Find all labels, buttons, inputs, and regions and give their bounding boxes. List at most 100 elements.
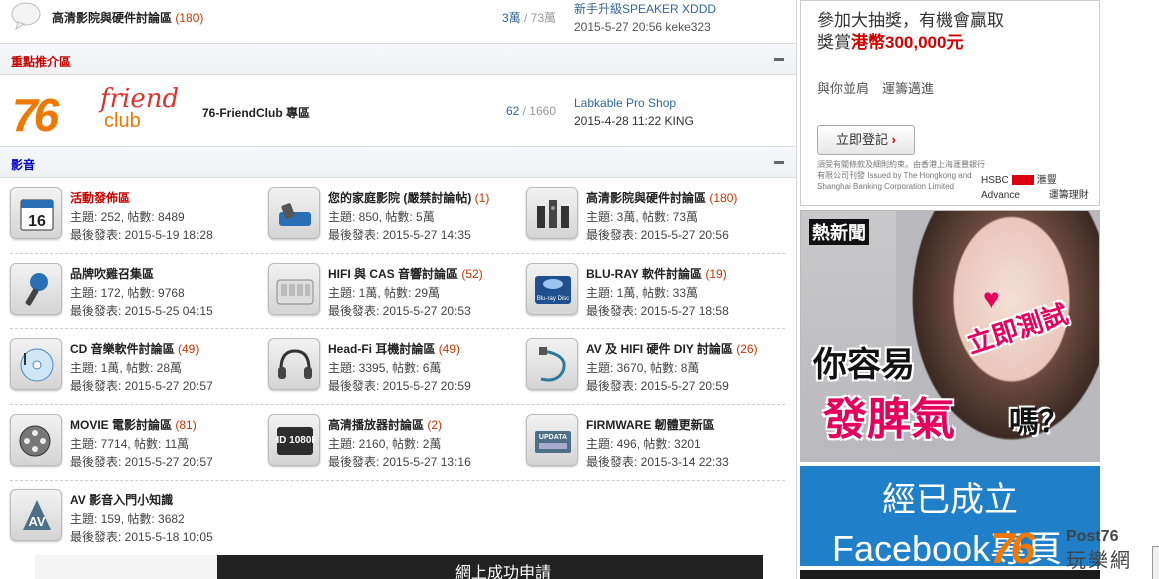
cable-icon xyxy=(539,347,566,382)
forum-title[interactable]: Head-Fi 耳機討論區 (49) xyxy=(328,340,460,357)
forum-row-hd-cinema: 高清影院與硬件討論區 (180) 3萬 / 73萬 新手升級SPEAKER XD… xyxy=(0,0,796,44)
forum-stats: 主題: 1萬, 帖數: 29萬 xyxy=(328,286,441,300)
speakers-icon xyxy=(537,200,569,228)
last-post-date: 最後發表: 2015-5-27 20:53 xyxy=(328,304,471,318)
forum-title[interactable]: 活動發佈區 xyxy=(70,189,130,206)
new-count: (1) xyxy=(474,191,490,205)
forum-cell: Head-Fi 耳機討論區 (49) 主題: 3395, 帖數: 6萬最後發表: … xyxy=(268,331,526,406)
hsbc-advance: Advance xyxy=(981,190,1020,201)
new-count: (52) xyxy=(461,267,483,281)
forum-stats: 主題: 3395, 帖數: 6萬 xyxy=(328,361,442,375)
forum-cell: 品牌吹雞召集區 主題: 172, 帖數: 9768 最後發表: 2015-5-25… xyxy=(10,256,268,331)
forum-title[interactable]: AV 影音入門小知識 xyxy=(70,491,173,508)
last-post-link[interactable]: Labkable Pro Shop xyxy=(574,96,676,110)
forum-icon-button[interactable]: UPDATA xyxy=(526,414,578,466)
hsbc-brand: HSBC xyxy=(981,175,1009,186)
section-title[interactable]: 重點推介區 xyxy=(11,53,71,70)
collapse-icon[interactable] xyxy=(774,58,784,61)
section-header-featured[interactable]: 重點推介區 xyxy=(0,43,796,75)
forum-icon-button[interactable]: HD 1080P xyxy=(268,414,320,466)
forum-cell: 高清影院與硬件討論區 (180) 主題: 3萬, 帖數: 73萬最後發表: 201… xyxy=(526,180,784,255)
forum-cell: UPDATA FIRMWARE 韌體更新區 主題: 496, 帖數: 3201 最後… xyxy=(526,407,784,482)
forum-title[interactable]: HIFI 與 CAS 音響討論區 (52) xyxy=(328,265,483,282)
forum-title[interactable]: 高清播放器討論區 (2) xyxy=(328,416,442,433)
quiz-text-2: 發脾氣 xyxy=(823,395,955,444)
section-title[interactable]: 影音 xyxy=(11,156,35,173)
forum-stats: 主題: 3萬, 帖數: 73萬 xyxy=(586,210,699,224)
forum-link[interactable]: FIRMWARE 韌體更新區 xyxy=(586,418,715,432)
register-button[interactable]: 立即登記 › xyxy=(817,125,915,155)
forum-link[interactable]: AV 影音入門小知識 xyxy=(70,493,173,507)
forum-link[interactable]: AV 及 HIFI 硬件 DIY 討論區 xyxy=(586,342,733,356)
forum-link[interactable]: 品牌吹雞召集區 xyxy=(70,267,154,281)
last-post-date: 最後發表: 2015-5-27 20:56 xyxy=(586,228,729,242)
forum-icon-button[interactable] xyxy=(268,187,320,239)
forum-link[interactable]: 活動發佈區 xyxy=(70,191,130,205)
forum-icon-button[interactable] xyxy=(526,338,578,390)
hd-player-icon: HD 1080P xyxy=(275,427,315,455)
last-post-date: 最後發表: 2015-5-18 10:05 xyxy=(70,530,213,544)
cd-music-icon xyxy=(20,348,54,382)
forum-icon-button[interactable] xyxy=(10,414,62,466)
forum-title[interactable]: 品牌吹雞召集區 xyxy=(70,265,154,282)
forum-title[interactable]: FIRMWARE 韌體更新區 xyxy=(586,416,715,433)
forum-icon-button[interactable] xyxy=(268,263,320,315)
hsbc-logo: HSBC 滙豐 Advance 運籌理財 xyxy=(981,171,1089,201)
film-reel-icon xyxy=(19,425,51,457)
forum-stats: 主題: 3670, 帖數: 8萬 xyxy=(586,361,700,375)
forum-link[interactable]: Head-Fi 耳機討論區 xyxy=(328,342,435,356)
last-post-date: 最後發表: 2015-5-25 04:15 xyxy=(70,304,213,318)
new-count: (19) xyxy=(705,267,727,281)
scroll-handle[interactable] xyxy=(1152,546,1159,579)
heart-icon: ♥ xyxy=(983,283,1000,314)
quiz-ad[interactable]: 熱新聞 ♥ 立即測試 你容易 發脾氣 嗎？ xyxy=(800,210,1100,462)
forum-link[interactable]: HIFI 與 CAS 音響討論區 xyxy=(328,267,458,281)
forum-link[interactable]: 高清播放器討論區 xyxy=(328,418,424,432)
stats-posts: / 73萬 xyxy=(520,11,556,25)
last-post-date: 最後發表: 2015-3-14 22:33 xyxy=(586,455,729,469)
friendclub-logo[interactable]: 76 friend club xyxy=(12,84,192,141)
last-post-date: 最後發表: 2015-5-27 14:35 xyxy=(328,228,471,242)
stats-threads: 3萬 xyxy=(501,11,521,25)
new-count: (26) xyxy=(736,342,758,356)
forum-title[interactable]: 高清影院與硬件討論區 (180) xyxy=(586,189,737,206)
forum-icon-button[interactable] xyxy=(10,263,62,315)
forum-stats: 主題: 252, 帖數: 8489 xyxy=(70,210,185,224)
section-header-av[interactable]: 影音 xyxy=(0,146,796,178)
last-post-date: 最後發表: 2015-5-27 20:57 xyxy=(70,379,213,393)
last-post-date: 最後發表: 2015-5-19 18:28 xyxy=(70,228,213,242)
hsbc-ad[interactable]: 參加大抽獎，有機會贏取 獎賞港幣300,000元 與你並肩 運籌邁進 立即登記 … xyxy=(800,0,1100,206)
last-post-date: 最後發表: 2015-5-27 20:59 xyxy=(328,379,471,393)
forum-title[interactable]: 高清影院與硬件討論區 (180) xyxy=(52,9,203,26)
forum-link[interactable]: MOVIE 電影討論區 xyxy=(70,418,172,432)
forum-link[interactable]: 高清影院與硬件討論區 xyxy=(52,11,172,25)
forum-link[interactable]: CD 音樂軟件討論區 xyxy=(70,342,175,356)
last-post-meta: 2015-4-28 11:22 KING xyxy=(574,114,694,128)
forum-title[interactable]: BLU-RAY 軟件討論區 (19) xyxy=(586,265,727,282)
forum-stats: 3萬 / 73萬 xyxy=(480,9,556,26)
forum-link[interactable]: 76-FriendClub 專區 xyxy=(202,104,310,121)
forum-title[interactable]: AV 及 HIFI 硬件 DIY 討論區 (26) xyxy=(586,340,758,357)
bottom-banner-ad[interactable]: 網上成功申請 xyxy=(35,555,763,579)
forum-icon-button[interactable] xyxy=(526,187,578,239)
post76-logo[interactable]: 76 Post76 玩樂網 xyxy=(990,524,1140,573)
forum-title[interactable]: MOVIE 電影討論區 (81) xyxy=(70,416,197,433)
last-post-link[interactable]: 新手升級SPEAKER XDDD xyxy=(574,2,716,16)
forum-icon-button[interactable]: AV xyxy=(10,489,62,541)
last-post-meta: 2015-5-27 20:56 keke323 xyxy=(574,20,711,34)
forum-icon-button[interactable] xyxy=(10,338,62,390)
forum-cell: AV 及 HIFI 硬件 DIY 討論區 (26) 主題: 3670, 帖數: 8… xyxy=(526,331,784,406)
forum-link[interactable]: 高清影院與硬件討論區 xyxy=(586,191,706,205)
forum-icon-button[interactable] xyxy=(268,338,320,390)
stats-posts: / 1660 xyxy=(519,104,556,118)
forum-icon-button[interactable]: Blu-ray Disc xyxy=(526,263,578,315)
forum-link[interactable]: 您的家庭影院 (嚴禁討論帖) xyxy=(328,191,471,205)
forum-title[interactable]: CD 音樂軟件討論區 (49) xyxy=(70,340,199,357)
new-count: (180) xyxy=(709,191,738,205)
collapse-icon[interactable] xyxy=(774,161,784,164)
forum-icon-button[interactable]: 16 xyxy=(10,187,62,239)
forum-title[interactable]: 您的家庭影院 (嚴禁討論帖) (1) xyxy=(328,189,489,206)
divider xyxy=(10,480,785,481)
forum-cell: CD 音樂軟件討論區 (49) 主題: 1萬, 帖數: 28萬 最後發表: 2015… xyxy=(10,331,268,406)
forum-link[interactable]: BLU-RAY 軟件討論區 xyxy=(586,267,702,281)
